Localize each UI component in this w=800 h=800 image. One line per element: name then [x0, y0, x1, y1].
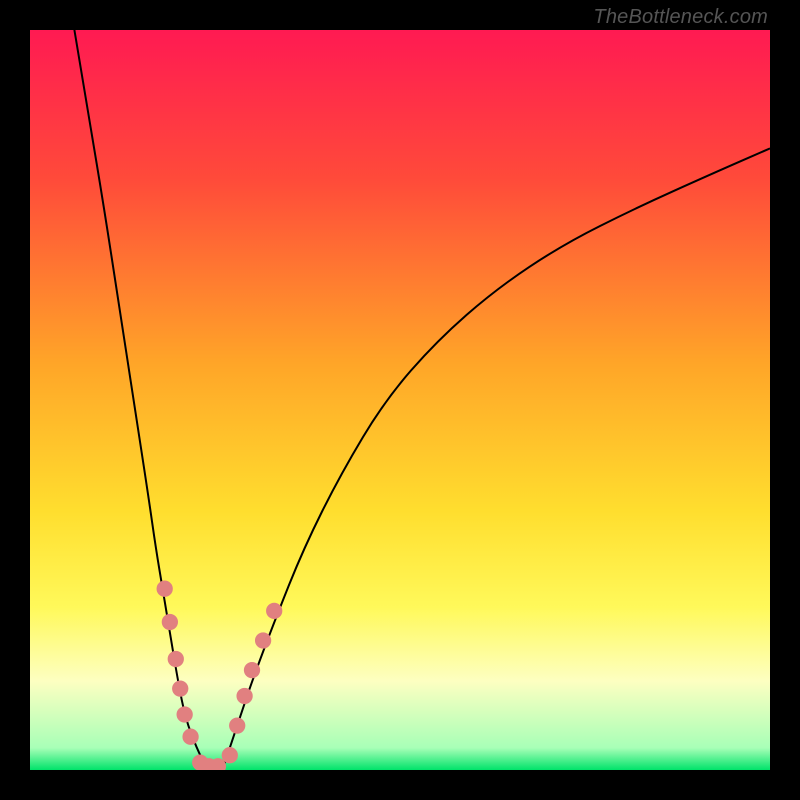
chart-svg	[30, 30, 770, 770]
chart-frame: TheBottleneck.com	[0, 0, 800, 800]
plot-area	[30, 30, 770, 770]
data-marker	[222, 747, 238, 763]
data-marker	[255, 632, 271, 648]
data-marker	[177, 706, 193, 722]
data-marker	[236, 688, 252, 704]
data-marker	[162, 614, 178, 630]
data-marker	[229, 717, 245, 733]
watermark-text: TheBottleneck.com	[593, 6, 768, 29]
data-marker	[172, 680, 188, 696]
chart-background	[30, 30, 770, 770]
data-marker	[266, 603, 282, 619]
data-marker	[182, 729, 198, 745]
data-marker	[244, 662, 260, 678]
data-marker	[168, 651, 184, 667]
data-marker	[157, 581, 173, 597]
